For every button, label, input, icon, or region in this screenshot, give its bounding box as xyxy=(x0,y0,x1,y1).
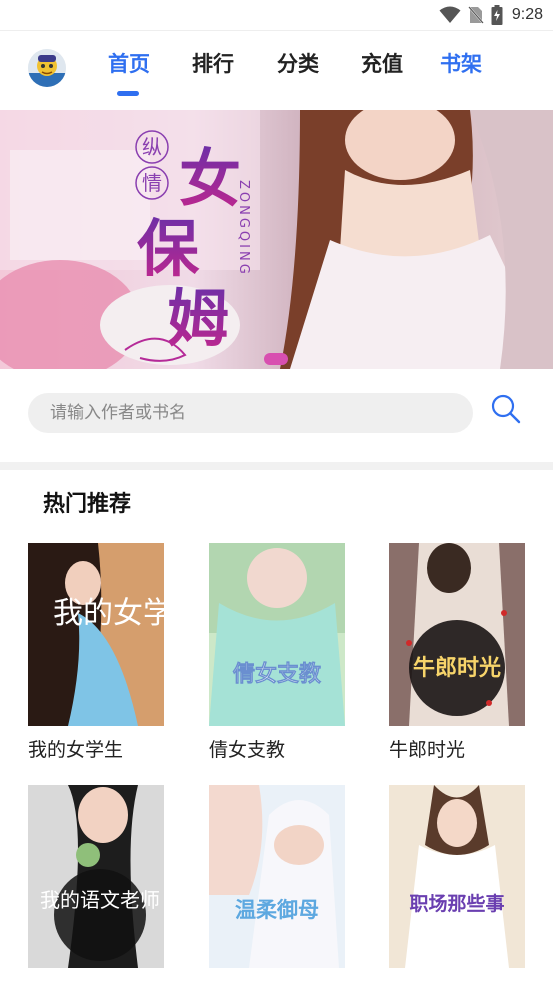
search-icon xyxy=(490,393,522,429)
active-tab-indicator xyxy=(117,91,139,96)
book-cover[interactable]: 职场那些事 xyxy=(389,785,525,968)
book-cover[interactable]: 倩女支教 xyxy=(209,543,345,726)
book-card[interactable]: 我的语文老师 xyxy=(28,785,164,983)
book-cover[interactable]: 温柔御母 xyxy=(209,785,345,968)
search-bar xyxy=(0,369,553,462)
tab-recharge[interactable]: 充值 xyxy=(361,49,403,79)
banner-prefix-2: 情 xyxy=(142,171,162,195)
wifi-icon xyxy=(439,6,461,24)
book-title[interactable]: 牛郎时光 xyxy=(389,738,525,764)
book-card[interactable]: 职场那些事 xyxy=(389,785,525,983)
top-nav: 首页 排行 分类 充值 书架 xyxy=(0,31,553,110)
tab-category[interactable]: 分类 xyxy=(277,49,319,79)
book-card[interactable]: 我的女学生 我的女学生 xyxy=(28,543,164,764)
book-card[interactable]: 牛郎时光 牛郎时光 xyxy=(389,543,525,764)
search-button[interactable] xyxy=(486,391,526,431)
cover-title: 职场那些事 xyxy=(409,892,504,915)
no-sim-icon xyxy=(468,6,484,24)
clock: 9:28 xyxy=(511,6,543,23)
book-title[interactable]: 倩女支教 xyxy=(209,738,345,764)
section-divider xyxy=(0,462,553,470)
avatar[interactable] xyxy=(28,49,66,87)
search-input[interactable] xyxy=(28,393,473,433)
book-card[interactable]: 倩女支教 倩女支教 xyxy=(209,543,345,764)
banner-title-3: 姆 xyxy=(167,282,229,355)
carousel-indicator[interactable] xyxy=(264,353,288,365)
book-cover[interactable]: 我的语文老师 xyxy=(28,785,164,968)
cover-title: 温柔御母 xyxy=(235,897,319,922)
tab-home[interactable]: 首页 xyxy=(108,49,150,79)
tab-ranking[interactable]: 排行 xyxy=(192,49,234,79)
hot-section-title: 热门推荐 xyxy=(43,492,132,517)
cover-title: 我的女学生 xyxy=(53,596,164,631)
battery-charging-icon xyxy=(491,5,503,25)
book-cover[interactable]: 我的女学生 xyxy=(28,543,164,726)
status-bar: 9:28 xyxy=(0,0,553,30)
banner-prefix-1: 纵 xyxy=(142,135,162,159)
banner-title-2: 保 xyxy=(137,212,200,285)
cover-title: 倩女支教 xyxy=(232,661,322,687)
book-cover[interactable]: 牛郎时光 xyxy=(389,543,525,726)
cover-title: 我的语文老师 xyxy=(40,888,160,912)
banner-pinyin: ZONGQING xyxy=(236,180,251,277)
cover-title: 牛郎时光 xyxy=(413,655,501,681)
banner-carousel[interactable]: 纵 情 女 保 姆 ZONGQING xyxy=(0,110,553,369)
book-card[interactable]: 温柔御母 xyxy=(209,785,345,983)
status-icons: 9:28 xyxy=(439,4,543,26)
book-title[interactable]: 我的女学生 xyxy=(28,738,164,764)
banner-title-1: 女 xyxy=(179,142,241,215)
tab-bookshelf[interactable]: 书架 xyxy=(440,49,482,79)
